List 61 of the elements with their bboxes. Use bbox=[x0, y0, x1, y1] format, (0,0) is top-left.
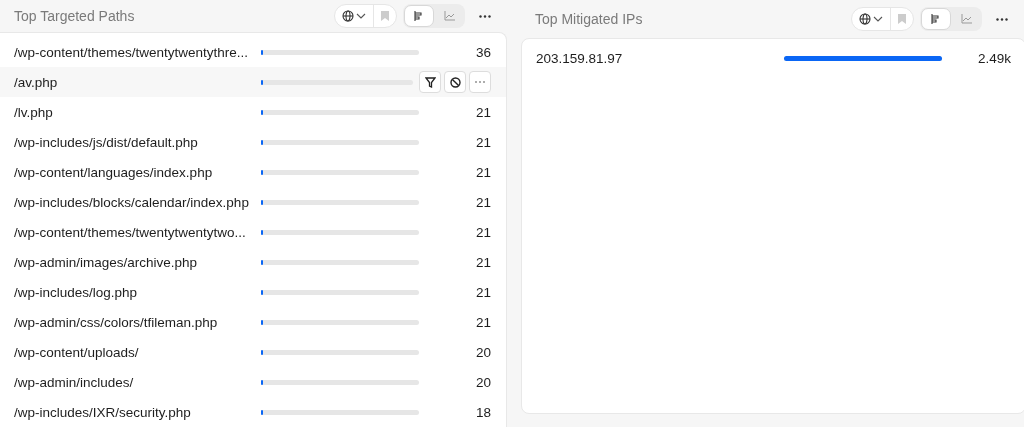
row-label: /wp-content/themes/twentytwentytwo... bbox=[14, 224, 247, 240]
list-row[interactable]: 203.159.81.97 2.49k bbox=[522, 43, 1024, 73]
row-label: /av.php bbox=[14, 74, 59, 90]
list-row[interactable]: /wp-admin/images/archive.php 21 bbox=[0, 247, 506, 277]
row-label: /wp-admin/includes/ bbox=[14, 374, 135, 390]
bar-view-button[interactable] bbox=[921, 8, 951, 30]
row-label: /wp-includes/js/dist/default.php bbox=[14, 134, 199, 150]
list-row[interactable]: /wp-content/uploads/ 20 bbox=[0, 337, 506, 367]
row-count: 20 bbox=[474, 374, 491, 390]
block-icon bbox=[449, 76, 461, 88]
list-row[interactable]: /wp-includes/blocks/calendar/index.php 21 bbox=[0, 187, 506, 217]
chevron-down-icon bbox=[356, 13, 366, 19]
panel-title: Top Targeted Paths bbox=[14, 8, 136, 24]
row-label: 203.159.81.97 bbox=[536, 50, 624, 66]
row-label: /wp-content/languages/index.php bbox=[14, 164, 214, 180]
globe-icon bbox=[859, 13, 871, 25]
line-chart-icon bbox=[960, 14, 972, 24]
list-row[interactable]: /wp-content/languages/index.php 21 bbox=[0, 157, 506, 187]
row-count: 2.49k bbox=[976, 50, 1011, 66]
list-row[interactable]: /wp-includes/js/dist/default.php 21 bbox=[0, 127, 506, 157]
block-button[interactable] bbox=[444, 71, 466, 93]
row-label: /wp-includes/blocks/calendar/index.php bbox=[14, 194, 250, 210]
list-row[interactable]: /lv.php 21 bbox=[0, 97, 506, 127]
globe-icon bbox=[342, 10, 354, 22]
panel-title: Top Mitigated IPs bbox=[535, 11, 644, 27]
row-count: 36 bbox=[474, 44, 491, 60]
bookmark-icon bbox=[381, 11, 389, 21]
row-label: /wp-admin/images/archive.php bbox=[14, 254, 199, 270]
line-chart-icon bbox=[443, 11, 455, 21]
filter-icon bbox=[424, 76, 436, 88]
row-label: /wp-includes/log.php bbox=[14, 284, 139, 300]
filter-button[interactable] bbox=[419, 71, 441, 93]
more-icon bbox=[996, 17, 1008, 21]
row-count: 21 bbox=[474, 314, 491, 330]
row-count: 21 bbox=[474, 134, 491, 150]
list-row[interactable]: /wp-includes/IXR/security.php 18 bbox=[0, 397, 506, 427]
row-count: 21 bbox=[474, 104, 491, 120]
row-label: /wp-content/themes/twentytwentythre... bbox=[14, 44, 250, 60]
list-row[interactable]: /wp-content/themes/twentytwentythre... 36 bbox=[0, 37, 506, 67]
row-count: 21 bbox=[474, 284, 491, 300]
row-label: /wp-includes/IXR/security.php bbox=[14, 404, 192, 420]
chevron-down-icon bbox=[873, 16, 883, 22]
list-row[interactable]: /av.php bbox=[0, 67, 506, 97]
list-row[interactable]: /wp-admin/css/colors/tfileman.php 21 bbox=[0, 307, 506, 337]
list-row[interactable]: /wp-admin/includes/ 20 bbox=[0, 367, 506, 397]
bar-chart-icon bbox=[414, 11, 424, 21]
list-row[interactable]: /wp-content/themes/twentytwentytwo... 21 bbox=[0, 217, 506, 247]
row-count: 18 bbox=[474, 404, 491, 420]
list-row[interactable]: /wp-includes/log.php 21 bbox=[0, 277, 506, 307]
bookmark-icon bbox=[898, 14, 906, 24]
row-count: 21 bbox=[474, 194, 491, 210]
row-count: 20 bbox=[474, 344, 491, 360]
row-count: 21 bbox=[474, 164, 491, 180]
bar-view-button[interactable] bbox=[404, 5, 434, 27]
bar-chart-icon bbox=[931, 14, 941, 24]
row-count: 21 bbox=[474, 224, 491, 240]
row-label: /lv.php bbox=[14, 104, 54, 120]
row-label: /wp-admin/css/colors/tfileman.php bbox=[14, 314, 219, 330]
more-icon bbox=[479, 14, 491, 18]
row-count: 21 bbox=[474, 254, 491, 270]
row-label: /wp-content/uploads/ bbox=[14, 344, 140, 360]
